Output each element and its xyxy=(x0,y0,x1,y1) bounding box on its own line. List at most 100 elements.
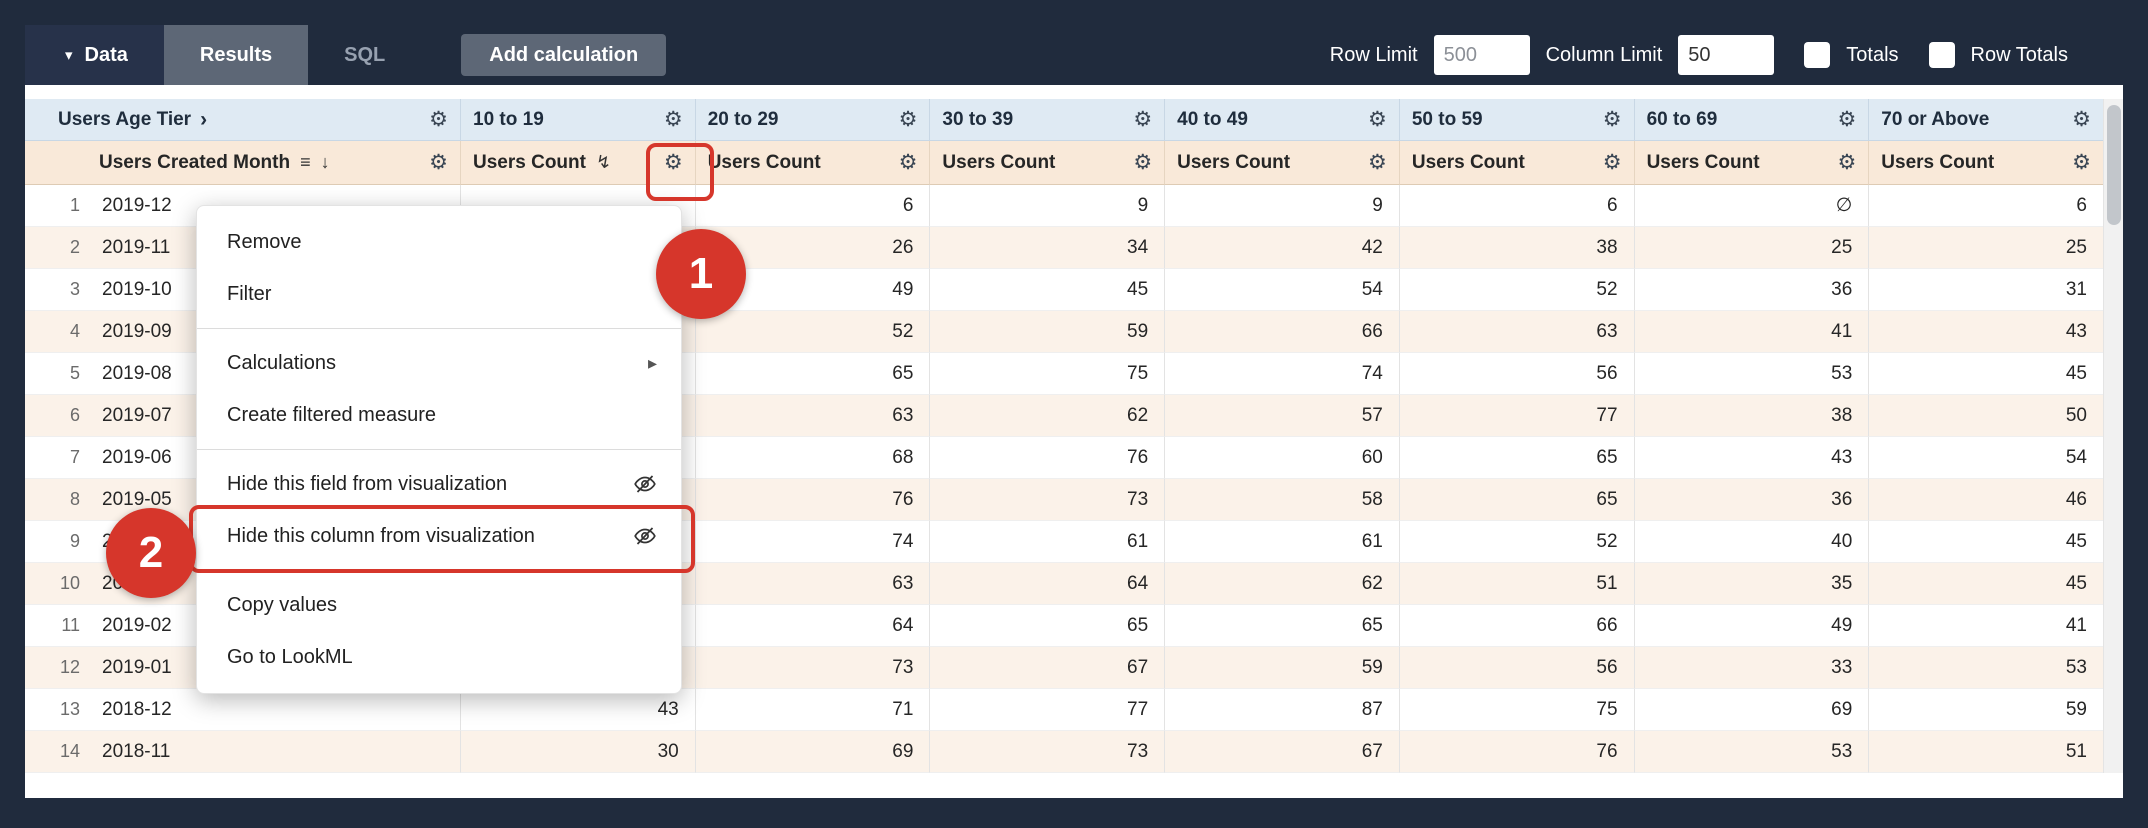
totals-label: Totals xyxy=(1846,44,1898,67)
value-cell: 31 xyxy=(1868,269,2103,311)
menu-item-remove[interactable]: Remove xyxy=(197,216,681,268)
scrollbar-thumb[interactable] xyxy=(2107,105,2121,225)
pivot-value-header[interactable]: 70 or Above⚙ xyxy=(1868,99,2103,141)
column-limit-input[interactable] xyxy=(1678,35,1774,75)
pivot-field-label: Users Age Tier xyxy=(58,109,191,131)
value-cell: 63 xyxy=(695,395,930,437)
gear-icon[interactable]: ⚙ xyxy=(2072,109,2091,130)
measure-label: Users Count xyxy=(473,152,586,174)
value-cell: 53 xyxy=(1634,731,1869,773)
value-cell: 63 xyxy=(695,563,930,605)
gear-icon[interactable]: ⚙ xyxy=(1603,152,1622,173)
value-cell: 73 xyxy=(929,731,1164,773)
gear-icon[interactable]: ⚙ xyxy=(429,109,448,130)
value-cell: 6 xyxy=(695,185,930,227)
gear-icon[interactable]: ⚙ xyxy=(1837,152,1856,173)
value-cell: 30 xyxy=(460,731,695,773)
gear-icon[interactable]: ⚙ xyxy=(429,152,448,173)
menu-item-calculations[interactable]: Calculations ▸ xyxy=(197,337,681,389)
vertical-scrollbar[interactable] xyxy=(2103,99,2123,773)
dimension-header[interactable]: Users Created Month ≡ ↓ ⚙ xyxy=(25,141,460,185)
gear-icon[interactable]: ⚙ xyxy=(1603,109,1622,130)
menu-item-label: Hide this field from visualization xyxy=(227,473,507,496)
menu-divider xyxy=(197,570,681,571)
measure-header[interactable]: Users Count↯⚙ xyxy=(460,141,695,185)
menu-item-filter[interactable]: Filter xyxy=(197,268,681,320)
value-cell: 25 xyxy=(1868,227,2103,269)
menu-item-hide-field[interactable]: Hide this field from visualization xyxy=(197,458,681,510)
row-limit-input[interactable] xyxy=(1434,35,1530,75)
measure-header[interactable]: Users Count⚙ xyxy=(1164,141,1399,185)
pivot-value-header[interactable]: 60 to 69⚙ xyxy=(1634,99,1869,141)
value-cell: 60 xyxy=(1164,437,1399,479)
pivot-value-header[interactable]: 40 to 49⚙ xyxy=(1164,99,1399,141)
gear-icon[interactable]: ⚙ xyxy=(664,109,683,130)
gear-icon[interactable]: ⚙ xyxy=(664,152,683,173)
measure-header[interactable]: Users Count⚙ xyxy=(1399,141,1634,185)
row-number-cell: 6 xyxy=(25,395,90,437)
pivot-value-label: 20 to 29 xyxy=(708,109,779,131)
menu-item-label: Hide this column from visualization xyxy=(227,525,535,548)
menu-item-copy-values[interactable]: Copy values xyxy=(197,579,681,631)
measure-header[interactable]: Users Count⚙ xyxy=(1634,141,1869,185)
value-cell: 75 xyxy=(929,353,1164,395)
value-cell: 25 xyxy=(1634,227,1869,269)
pivot-value-header[interactable]: 50 to 59⚙ xyxy=(1399,99,1634,141)
value-cell: 66 xyxy=(1399,605,1634,647)
gear-icon[interactable]: ⚙ xyxy=(1133,152,1152,173)
column-limit-label: Column Limit xyxy=(1546,44,1663,67)
tab-sql[interactable]: SQL xyxy=(308,25,421,85)
gear-icon[interactable]: ⚙ xyxy=(899,109,918,130)
value-cell: 57 xyxy=(1164,395,1399,437)
measure-label: Users Count xyxy=(1881,152,1994,174)
pivot-value-header[interactable]: 30 to 39⚙ xyxy=(929,99,1164,141)
pivot-value-header[interactable]: 10 to 19⚙ xyxy=(460,99,695,141)
row-number-cell: 13 xyxy=(25,689,90,731)
gear-icon[interactable]: ⚙ xyxy=(1368,152,1387,173)
value-cell: 65 xyxy=(929,605,1164,647)
measure-header[interactable]: Users Count⚙ xyxy=(929,141,1164,185)
value-cell: 62 xyxy=(929,395,1164,437)
menu-item-go-to-lookml[interactable]: Go to LookML xyxy=(197,631,681,683)
row-number-cell: 1 xyxy=(25,185,90,227)
value-cell: 74 xyxy=(695,521,930,563)
value-cell: 51 xyxy=(1399,563,1634,605)
menu-item-hide-column[interactable]: Hide this column from visualization xyxy=(197,510,681,562)
value-cell: 43 xyxy=(460,689,695,731)
menu-item-create-filtered-measure[interactable]: Create filtered measure xyxy=(197,389,681,441)
value-cell: 61 xyxy=(929,521,1164,563)
value-cell: 51 xyxy=(1868,731,2103,773)
value-cell: 6 xyxy=(1399,185,1634,227)
menu-item-label: Calculations xyxy=(227,352,336,375)
totals-checkbox[interactable] xyxy=(1804,42,1830,68)
value-cell: 69 xyxy=(695,731,930,773)
row-totals-checkbox[interactable] xyxy=(1929,42,1955,68)
gear-icon[interactable]: ⚙ xyxy=(1133,109,1152,130)
menu-item-label: Copy values xyxy=(227,594,337,617)
row-limit-label: Row Limit xyxy=(1330,44,1418,67)
value-cell: 75 xyxy=(1399,689,1634,731)
pivot-value-header[interactable]: 20 to 29 ⚙ xyxy=(695,99,930,141)
gear-icon[interactable]: ⚙ xyxy=(1368,109,1387,130)
sort-desc-icon: ↓ xyxy=(321,152,330,173)
row-number-cell: 14 xyxy=(25,731,90,773)
tab-data[interactable]: ▾ Data xyxy=(25,25,164,85)
gear-icon[interactable]: ⚙ xyxy=(899,152,918,173)
gear-icon[interactable]: ⚙ xyxy=(2072,152,2091,173)
add-calculation-button[interactable]: Add calculation xyxy=(461,34,666,76)
tab-results[interactable]: Results xyxy=(164,25,308,85)
value-cell: 64 xyxy=(929,563,1164,605)
value-cell: 59 xyxy=(1164,647,1399,689)
value-cell: 76 xyxy=(929,437,1164,479)
value-cell: 65 xyxy=(695,353,930,395)
value-cell: 56 xyxy=(1399,353,1634,395)
gear-icon[interactable]: ⚙ xyxy=(1837,109,1856,130)
measure-header[interactable]: Users Count ⚙ xyxy=(1868,141,2103,185)
measure-header[interactable]: Users Count⚙ xyxy=(695,141,930,185)
value-cell: 35 xyxy=(1634,563,1869,605)
value-cell: 46 xyxy=(1868,479,2103,521)
value-cell: 34 xyxy=(929,227,1164,269)
tab-data-label: Data xyxy=(85,44,128,67)
pivot-field-header[interactable]: Users Age Tier › ⚙ xyxy=(25,99,460,141)
value-cell: 77 xyxy=(1399,395,1634,437)
